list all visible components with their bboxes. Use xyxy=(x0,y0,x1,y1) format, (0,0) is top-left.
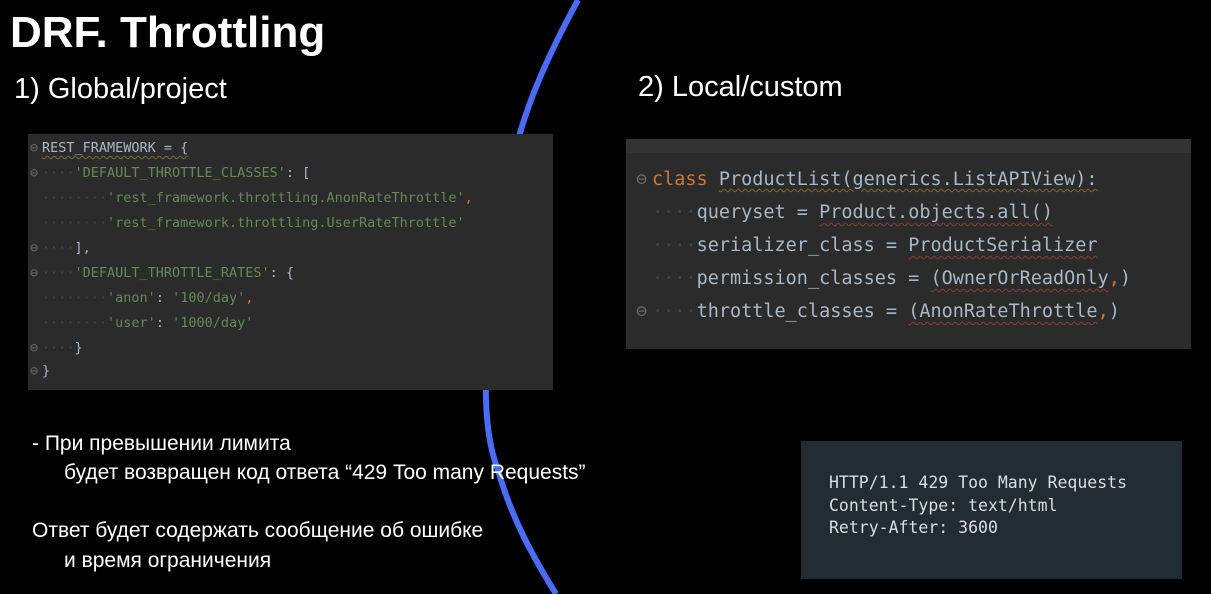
code-operator: = xyxy=(874,235,909,256)
code-line: (AnonRateThrottle xyxy=(908,301,1098,322)
fold-icon: ⊖ xyxy=(30,363,39,379)
code-line: 'user' xyxy=(107,315,156,331)
code-line: 'DEFAULT_THROTTLE_CLASSES' xyxy=(74,165,286,181)
code-line: '100/day' xyxy=(172,290,246,306)
code-line: REST_FRAMEWORK = { xyxy=(42,140,189,156)
code-operator: = xyxy=(874,301,909,322)
code-paren: ) xyxy=(1108,301,1120,322)
code-line: permission_classes xyxy=(696,268,898,289)
http-response-example: HTTP/1.1 429 Too Many Requests Content-T… xyxy=(801,441,1182,579)
code-operator: = xyxy=(897,268,931,289)
code-line: 'rest_framework.throttling.UserRateThrot… xyxy=(107,215,465,231)
code-line: queryset xyxy=(696,202,786,223)
code-line: 'anon' xyxy=(107,290,156,306)
note-error-message: Ответ будет содержать сообщение об ошибк… xyxy=(32,519,484,542)
editor-top-bar xyxy=(626,139,1191,153)
code-keyword: class xyxy=(652,169,708,190)
http-status-line: HTTP/1.1 429 Too Many Requests xyxy=(829,473,1128,492)
fold-icon: ⊖ xyxy=(30,165,39,181)
code-line: (OwnerOrReadOnly xyxy=(930,268,1109,289)
code-line: serializer_class xyxy=(696,235,875,256)
fold-icon: ⊖ xyxy=(30,265,39,281)
fold-icon: ⊖ xyxy=(30,240,39,256)
http-content-type: Content-Type: text/html xyxy=(829,496,1058,515)
section-global-heading: 1) Global/project xyxy=(14,73,227,105)
code-line: : { xyxy=(269,265,294,281)
note-response-code: будет возвращен код ответа “429 Too many… xyxy=(64,461,586,484)
code-line: ProductSerializer xyxy=(908,235,1098,256)
note-limit-time: и время ограничения xyxy=(64,549,272,572)
code-line: 'rest_framework.throttling.AnonRateThrot… xyxy=(107,190,465,206)
code-line: 'DEFAULT_THROTTLE_RATES' xyxy=(74,265,270,281)
code-comma: , xyxy=(1108,268,1120,289)
code-line: } xyxy=(74,340,83,356)
fold-icon: ⊖ xyxy=(636,301,648,322)
code-paren: ) xyxy=(1119,268,1131,289)
code-line: '1000/day' xyxy=(172,315,254,331)
note-limit-exceeded: - При превышении лимита xyxy=(32,432,291,455)
fold-icon: ⊖ xyxy=(30,340,39,356)
slide-title: DRF. Throttling xyxy=(10,8,326,57)
code-line: Product.objects.all() xyxy=(819,202,1053,223)
fold-icon: ⊖ xyxy=(636,169,648,190)
fold-icon: ⊖ xyxy=(30,140,39,156)
http-retry-after: Retry-After: 3600 xyxy=(829,518,998,537)
code-line: throttle_classes xyxy=(696,301,875,322)
code-operator: = xyxy=(785,202,820,223)
section-local-heading: 2) Local/custom xyxy=(638,71,843,103)
code-line: ProductList(generics.ListAPIView): xyxy=(718,169,1098,190)
global-settings-code: ⊖ REST_FRAMEWORK = { ⊖ ····'DEFAULT_THRO… xyxy=(28,134,553,390)
code-line: } xyxy=(42,363,51,379)
local-view-code: ⊖ class ProductList(generics.ListAPIView… xyxy=(626,139,1191,349)
code-line: ], xyxy=(74,240,91,256)
code-line: : [ xyxy=(285,165,311,181)
code-comma: , xyxy=(1097,301,1109,322)
